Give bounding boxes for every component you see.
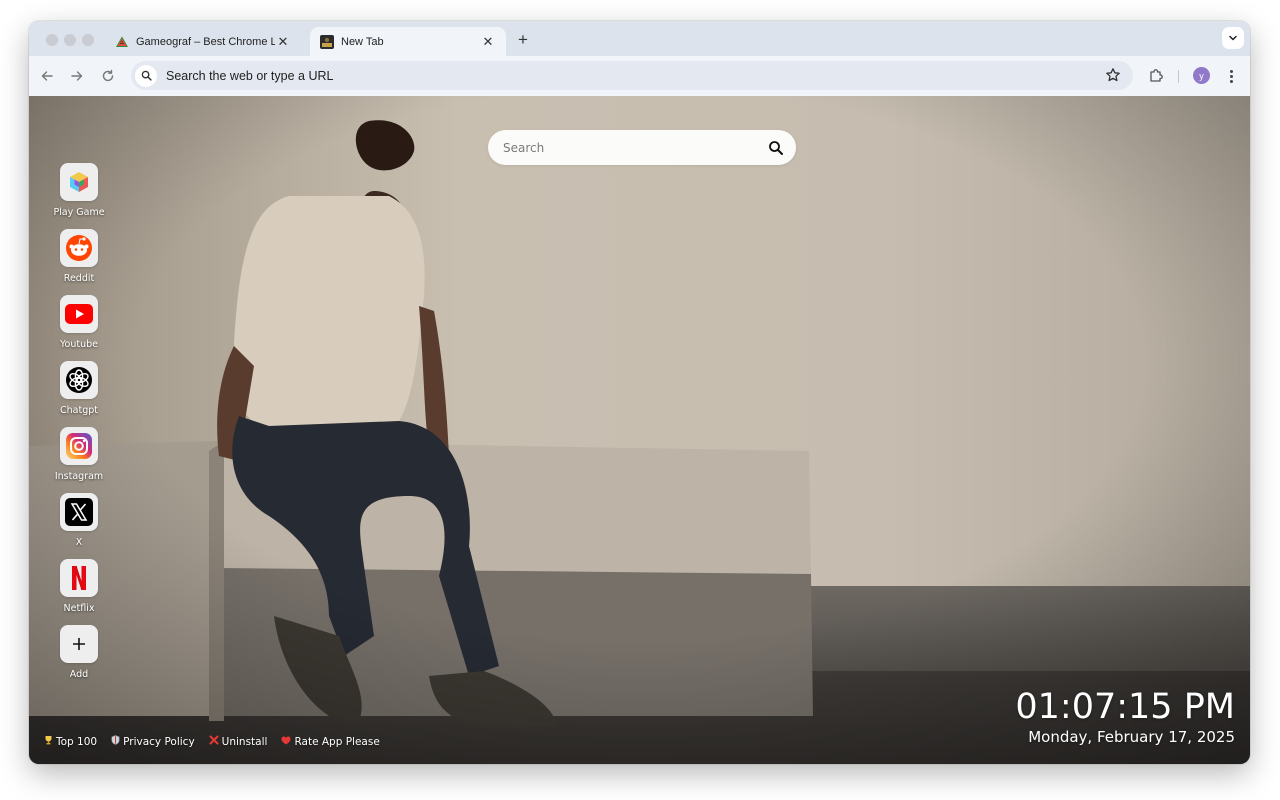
tab-title: Gameograf – Best Chrome Li: [136, 35, 275, 48]
shortcut-reddit[interactable]: Reddit: [51, 229, 107, 289]
netflix-icon: [60, 559, 98, 597]
footer-links: Top 100 Privacy Policy Uninstall Rate Ap…: [44, 735, 380, 748]
trophy-icon: [44, 735, 53, 748]
shortcut-youtube[interactable]: Youtube: [51, 295, 107, 355]
footer-link-label: Rate App Please: [294, 735, 380, 748]
footer-link-label: Privacy Policy: [123, 735, 195, 748]
tab-close-icon[interactable]: ✕: [480, 34, 496, 50]
reddit-icon: [60, 229, 98, 267]
shortcut-label: Chatgpt: [60, 405, 98, 416]
clock-widget: 01:07:15 PM Monday, February 17, 2025: [1015, 687, 1235, 747]
footer-link-label: Uninstall: [221, 735, 268, 748]
shortcut-play-game[interactable]: Play Game: [51, 163, 107, 223]
shortcut-label: Netflix: [63, 603, 95, 614]
heart-icon: [281, 736, 291, 748]
search-icon: [135, 64, 157, 87]
tab-close-icon[interactable]: ✕: [275, 34, 291, 50]
window-minimize-dot[interactable]: [64, 34, 76, 46]
omnibox-placeholder: Search the web or type a URL: [166, 68, 334, 83]
shortcut-label: X: [75, 537, 83, 548]
gameograf-icon: [320, 34, 334, 49]
footer-link-uninstall[interactable]: Uninstall: [209, 735, 268, 748]
profile-avatar[interactable]: y: [1193, 67, 1210, 84]
youtube-icon: [60, 295, 98, 333]
new-tab-plus-icon[interactable]: +: [513, 30, 533, 50]
reload-icon[interactable]: [99, 67, 117, 85]
window-close-dot[interactable]: [46, 34, 58, 46]
footer-link-rate-app[interactable]: Rate App Please: [281, 735, 380, 748]
shortcut-label: Play Game: [53, 207, 105, 218]
back-arrow-icon[interactable]: [38, 67, 56, 85]
shortcut-instagram[interactable]: Instagram: [51, 427, 107, 487]
toolbar-divider: [1178, 70, 1179, 83]
shortcut-add[interactable]: Add: [51, 625, 107, 685]
tab-new-tab[interactable]: New Tab ✕: [310, 27, 506, 56]
play-game-cube-icon: [60, 163, 98, 201]
footer-link-label: Top 100: [56, 735, 98, 748]
cross-icon: [209, 735, 219, 748]
shortcut-chatgpt[interactable]: Chatgpt: [51, 361, 107, 421]
shortcut-netflix[interactable]: Netflix: [51, 559, 107, 619]
footer-link-privacy-policy[interactable]: Privacy Policy: [111, 735, 195, 748]
bookmark-star-icon[interactable]: [1105, 67, 1121, 83]
forward-arrow-icon[interactable]: [68, 67, 86, 85]
search-input[interactable]: [488, 130, 766, 165]
clock-date: Monday, February 17, 2025: [1028, 728, 1235, 746]
wallpaper-image: [29, 96, 1250, 764]
tab-strip: Gameograf – Best Chrome Li ✕ New Tab ✕ +: [29, 21, 1250, 56]
shortcut-label: Reddit: [63, 273, 95, 284]
menu-kebab-icon[interactable]: [1226, 67, 1236, 85]
omnibox[interactable]: Search the web or type a URL: [131, 61, 1133, 90]
shortcut-label: Youtube: [60, 339, 98, 350]
chatgpt-icon: [60, 361, 98, 399]
browser-window: Gameograf – Best Chrome Li ✕ New Tab ✕ +: [29, 21, 1250, 764]
shortcut-x[interactable]: X: [51, 493, 107, 553]
window-zoom-dot[interactable]: [82, 34, 94, 46]
tab-title: New Tab: [341, 35, 384, 48]
search-icon[interactable]: [766, 138, 786, 158]
avatar-initial: y: [1199, 70, 1204, 81]
shortcut-label: Instagram: [54, 471, 104, 482]
shield-icon: [111, 735, 120, 748]
clock-time: 01:07:15 PM: [1015, 687, 1235, 727]
x-icon: [60, 493, 98, 531]
extensions-puzzle-icon[interactable]: [1147, 67, 1165, 85]
shortcut-label: Add: [69, 669, 89, 680]
instagram-icon: [60, 427, 98, 465]
tab-search-chevron-icon[interactable]: [1222, 27, 1244, 49]
watermelon-icon: [115, 35, 129, 49]
new-tab-page: Play Game Reddit Youtube Chatgpt: [29, 96, 1250, 764]
footer-link-top-100[interactable]: Top 100: [44, 735, 97, 748]
tab-gameograf[interactable]: Gameograf – Best Chrome Li ✕: [105, 27, 301, 56]
browser-toolbar: Search the web or type a URL y: [29, 56, 1250, 96]
search-bar[interactable]: [488, 130, 796, 165]
plus-icon: [60, 625, 98, 663]
